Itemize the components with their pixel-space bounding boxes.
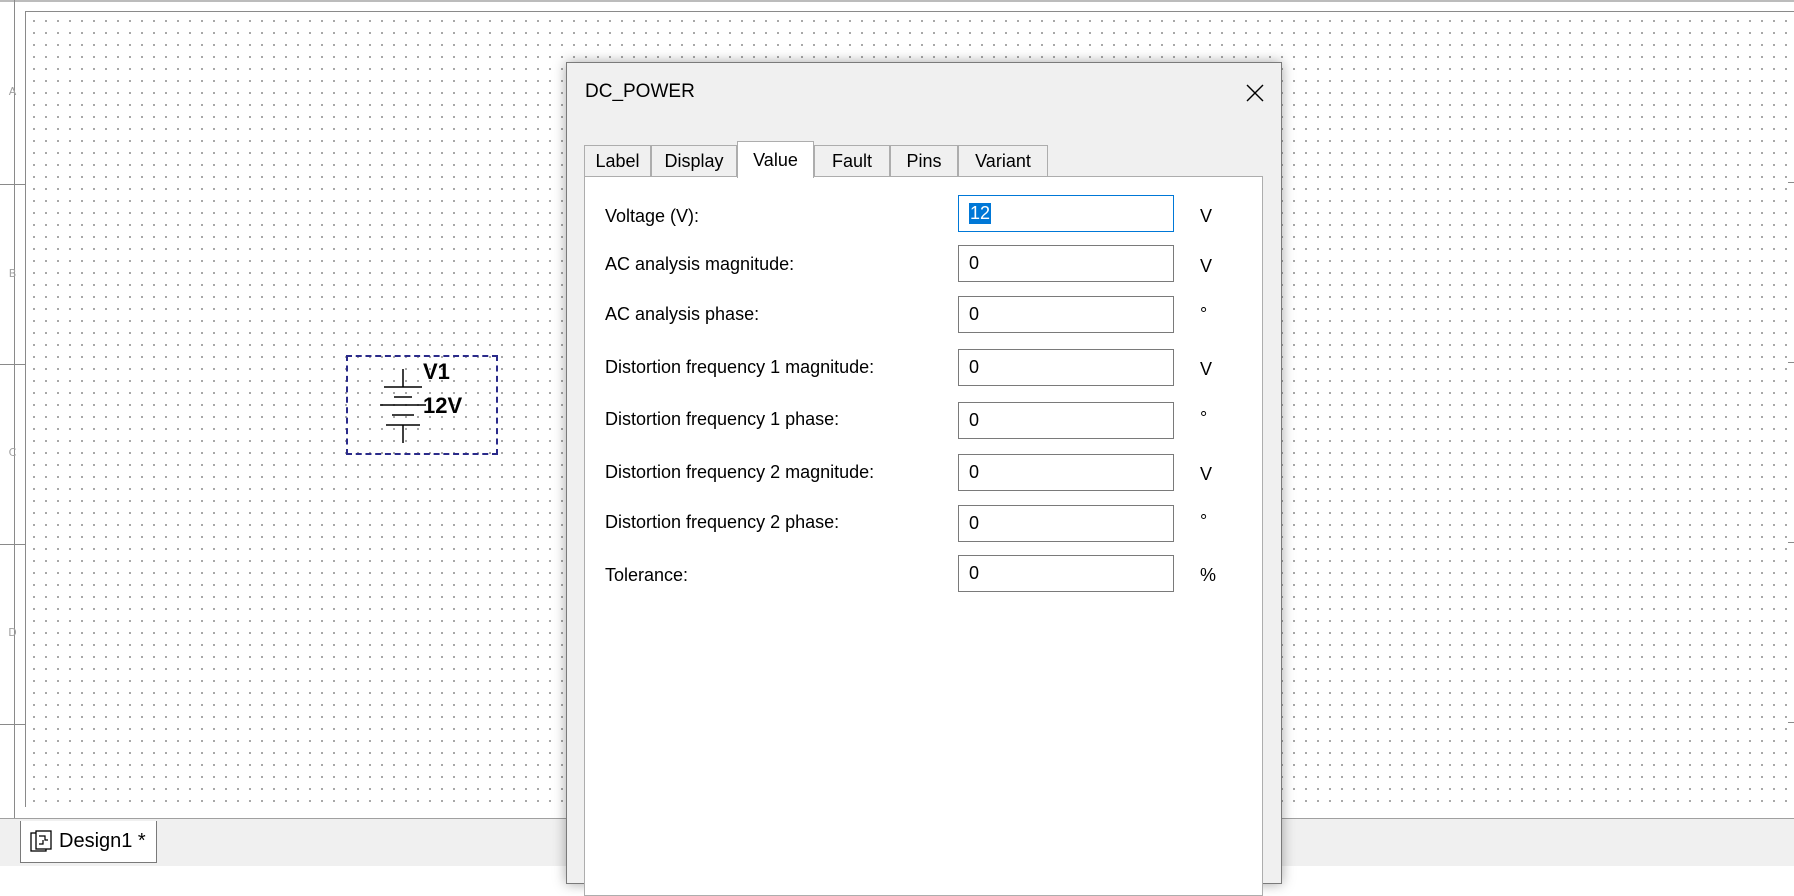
distortion-2-phase-label: Distortion frequency 2 phase: xyxy=(605,512,840,532)
top-border xyxy=(0,0,1794,2)
ruler-tick xyxy=(1788,362,1794,363)
ruler-tick xyxy=(1788,542,1794,543)
close-icon xyxy=(1246,84,1264,102)
distortion-2-phase-input[interactable]: 0 xyxy=(958,505,1174,542)
dc-power-properties-dialog: DC_POWER Label Display Value Fault Pins … xyxy=(566,62,1282,896)
distortion-2-magnitude-input[interactable]: 0 xyxy=(958,454,1174,491)
row-ruler: A B C D xyxy=(0,12,26,807)
distortion-2-magnitude-unit: V xyxy=(1200,464,1213,484)
schematic-document-icon xyxy=(30,829,52,852)
ruler-tick xyxy=(1788,722,1794,723)
ac-phase-input[interactable]: 0 xyxy=(958,296,1174,333)
tab-label[interactable]: Label xyxy=(584,145,651,176)
design-tab-label: Design1 * xyxy=(59,830,146,852)
distortion-1-magnitude-label: Distortion frequency 1 magnitude: xyxy=(605,357,875,377)
ac-phase-label: AC analysis phase: xyxy=(605,304,760,324)
row-separator xyxy=(0,724,25,725)
tab-display[interactable]: Display xyxy=(651,145,737,176)
ruler-tick xyxy=(1788,182,1794,183)
ac-magnitude-unit: V xyxy=(1200,256,1213,276)
distortion-1-phase-label: Distortion frequency 1 phase: xyxy=(605,409,840,429)
design-tab[interactable]: Design1 * xyxy=(20,821,157,863)
ac-magnitude-input[interactable]: 0 xyxy=(958,245,1174,282)
ac-magnitude-label: AC analysis magnitude: xyxy=(605,254,795,274)
tolerance-label: Tolerance: xyxy=(605,565,689,585)
distortion-1-phase-input[interactable]: 0 xyxy=(958,402,1174,439)
dialog-close-button[interactable] xyxy=(1237,75,1273,111)
row-separator xyxy=(0,364,25,365)
component-value: 12V xyxy=(423,393,463,418)
component-reference: V1 xyxy=(423,359,450,384)
tab-value[interactable]: Value xyxy=(737,141,814,178)
row-label-c: C xyxy=(8,446,17,459)
distortion-1-magnitude-input[interactable]: 0 xyxy=(958,349,1174,386)
distortion-1-magnitude-unit: V xyxy=(1200,359,1213,379)
value-tab-panel: Voltage (V): 12 V AC analysis magnitude:… xyxy=(584,176,1263,896)
distortion-2-phase-unit: ° xyxy=(1200,511,1208,531)
row-label-a: A xyxy=(8,85,17,98)
tolerance-input[interactable]: 0 xyxy=(958,555,1174,592)
voltage-value: 12 xyxy=(969,203,992,224)
tolerance-unit: % xyxy=(1200,565,1217,585)
voltage-input[interactable]: 12 xyxy=(958,195,1174,232)
tab-variant[interactable]: Variant xyxy=(958,145,1048,176)
ac-phase-unit: ° xyxy=(1200,304,1208,324)
dc-power-component[interactable]: V1 12V xyxy=(346,355,498,455)
voltage-unit: V xyxy=(1200,206,1213,226)
row-separator xyxy=(0,544,25,545)
dialog-title: DC_POWER xyxy=(585,81,695,102)
row-label-d: D xyxy=(8,626,17,639)
distortion-2-magnitude-label: Distortion frequency 2 magnitude: xyxy=(605,462,875,482)
row-label-b: B xyxy=(8,267,17,280)
tab-fault[interactable]: Fault xyxy=(814,145,890,176)
tab-pins[interactable]: Pins xyxy=(890,145,958,176)
distortion-1-phase-unit: ° xyxy=(1200,408,1208,428)
row-separator xyxy=(0,184,25,185)
voltage-label: Voltage (V): xyxy=(605,206,700,226)
